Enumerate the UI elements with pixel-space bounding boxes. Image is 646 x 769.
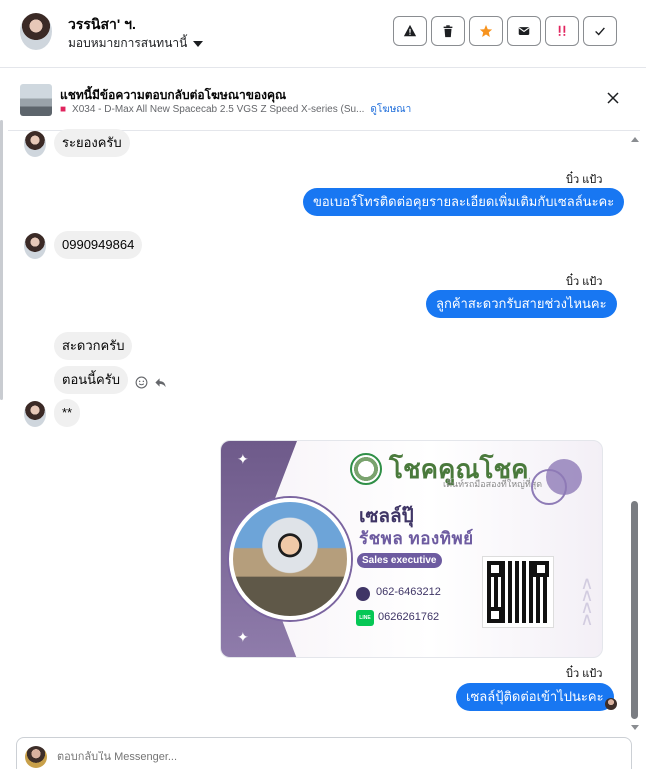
sparkle-icon: ✦ bbox=[237, 629, 249, 645]
mark-done-button[interactable] bbox=[583, 16, 617, 46]
conversation-header: วรรนิสา' ฯ. มอบหมายการสนทนานี้ bbox=[0, 0, 646, 68]
check-icon bbox=[595, 27, 605, 36]
car-icon: ■ bbox=[60, 104, 67, 115]
conversation-toolbar bbox=[393, 16, 617, 46]
sales-photo bbox=[229, 498, 351, 620]
report-button[interactable] bbox=[393, 16, 427, 46]
qr-code bbox=[482, 556, 554, 628]
incoming-message[interactable]: ระยองครับ bbox=[54, 129, 130, 157]
scroll-up-arrow-icon[interactable] bbox=[631, 137, 639, 142]
contact-message-avatar[interactable] bbox=[24, 233, 46, 259]
ad-product-line: ■ X034 - D-Max All New Spacecab 2.5 VGS … bbox=[60, 102, 411, 117]
move-to-spam-button[interactable] bbox=[545, 16, 579, 46]
outgoing-message[interactable]: ลูกค้าสะดวกรับสายช่วงไหนคะ bbox=[426, 290, 617, 318]
seen-receipt-avatar bbox=[605, 698, 617, 710]
warning-icon bbox=[403, 24, 417, 37]
incoming-message[interactable]: ตอนนี้ครับ bbox=[54, 366, 128, 394]
qr-finder bbox=[487, 607, 503, 623]
message-actions bbox=[135, 376, 167, 389]
ad-product-name: X034 - D-Max All New Spacecab 2.5 VGS Z … bbox=[72, 104, 365, 115]
card-full-name: รัชพล ทองทิพย์ bbox=[359, 529, 474, 548]
reply-icon[interactable] bbox=[154, 376, 167, 389]
incoming-message[interactable]: สะดวกครับ bbox=[54, 332, 133, 360]
sender-name: บิ๋ว แป้ว bbox=[566, 276, 603, 288]
mark-unread-button[interactable] bbox=[507, 16, 541, 46]
outgoing-message[interactable]: เซลล์ปุ้ติดต่อเข้าไปนะคะ bbox=[456, 683, 614, 711]
star-icon bbox=[479, 24, 493, 37]
view-ad-link[interactable]: ดูโฆษณา bbox=[370, 102, 411, 117]
incoming-message[interactable]: 0990949864 bbox=[54, 231, 143, 259]
contact-avatar[interactable] bbox=[20, 13, 52, 50]
scroll-down-arrow-icon[interactable] bbox=[631, 725, 639, 730]
business-card-image[interactable]: ✦ ✦ โชคคูณโชค เต็นท์รถมือสองที่ใหญ่ที่สุ… bbox=[220, 440, 603, 658]
assign-label: มอบหมายการสนทนานี้ bbox=[68, 36, 188, 50]
card-decor-circle bbox=[546, 459, 582, 495]
sender-name: บิ๋ว แป้ว bbox=[566, 668, 603, 680]
ad-thumbnail bbox=[20, 84, 52, 116]
ad-reply-banner: แชทนี้มีข้อความตอบกลับต่อโฆษณาของคุณ ■ X… bbox=[8, 69, 640, 131]
brand-logo bbox=[350, 453, 382, 485]
smiley-icon[interactable] bbox=[135, 376, 148, 389]
left-panel-edge bbox=[0, 120, 3, 400]
spam-icon bbox=[558, 25, 566, 36]
envelope-icon bbox=[518, 27, 530, 35]
close-icon[interactable] bbox=[606, 91, 620, 105]
qr-finder bbox=[487, 561, 503, 577]
contact-name[interactable]: วรรนิสา' ฯ. bbox=[68, 14, 136, 36]
contact-message-avatar[interactable] bbox=[24, 401, 46, 427]
scrollbar-thumb[interactable] bbox=[631, 501, 638, 719]
card-tagline: เต็นท์รถมือสองที่ใหญ่ที่สุด bbox=[443, 479, 543, 489]
qr-finder bbox=[533, 561, 549, 577]
card-phone: 062-6463212 bbox=[376, 586, 441, 598]
phone-icon bbox=[356, 587, 370, 601]
sender-name: บิ๋ว แป้ว bbox=[566, 174, 603, 186]
contact-message-avatar[interactable] bbox=[24, 131, 46, 157]
card-line-id: 0626261762 bbox=[378, 611, 440, 623]
sparkle-icon: ✦ bbox=[237, 451, 249, 467]
chevron-stack-icon: ∧ ∧ ∧ ∧ bbox=[580, 573, 594, 629]
star-button[interactable] bbox=[469, 16, 503, 46]
line-app-icon: LINE bbox=[356, 610, 374, 626]
scrollbar[interactable] bbox=[628, 133, 642, 733]
chevron-down-icon bbox=[193, 40, 204, 47]
trash-icon bbox=[443, 25, 453, 38]
reply-composer bbox=[16, 737, 632, 769]
page-avatar bbox=[25, 746, 47, 768]
assign-conversation-dropdown[interactable]: มอบหมายการสนทนานี้ bbox=[68, 34, 204, 53]
message-input[interactable] bbox=[57, 751, 557, 763]
card-role: Sales executive bbox=[357, 553, 442, 568]
outgoing-message[interactable]: ขอเบอร์โทรติดต่อคุยรายละเอียดเพิ่มเติมกั… bbox=[303, 188, 625, 216]
delete-button[interactable] bbox=[431, 16, 465, 46]
incoming-message[interactable]: ** bbox=[54, 399, 81, 427]
